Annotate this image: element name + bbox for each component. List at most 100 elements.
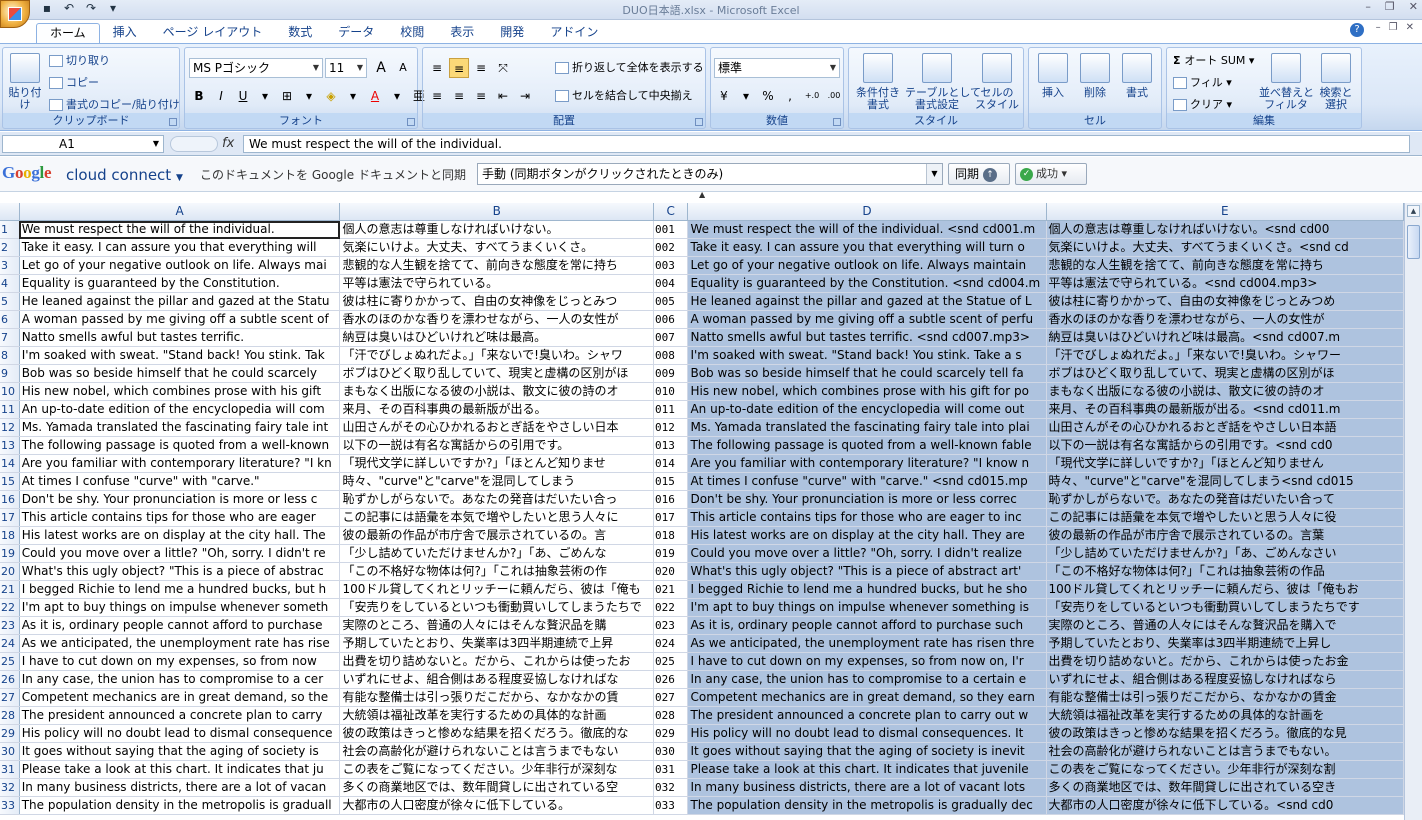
- row-header[interactable]: 23: [0, 616, 20, 635]
- comma-button[interactable]: ,: [780, 86, 800, 106]
- row-header[interactable]: 26: [0, 670, 20, 689]
- cell-b[interactable]: 実際のところ、普通の人々にはそんな贅沢品を購: [339, 616, 654, 635]
- cell-d[interactable]: It goes without saying that the aging of…: [687, 742, 1047, 761]
- cell-a[interactable]: Please take a look at this chart. It ind…: [19, 760, 341, 779]
- cell-b[interactable]: 予期していたとおり、失業率は3四半期連続で上昇: [339, 634, 654, 653]
- column-header-b[interactable]: B: [339, 203, 654, 221]
- row-header[interactable]: 16: [0, 490, 20, 509]
- cell-a[interactable]: This article contains tips for those who…: [19, 508, 341, 527]
- cell-b[interactable]: まもなく出版になる彼の小説は、散文に彼の詩のオ: [339, 382, 654, 401]
- cell-d[interactable]: An up-to-date edition of the encyclopedi…: [687, 400, 1047, 419]
- row-header[interactable]: 22: [0, 598, 20, 617]
- cell-a[interactable]: Take it easy. I can assure you that ever…: [19, 238, 341, 257]
- cell-b[interactable]: 「汗でびしょぬれだよ。」「来ないで!臭いわ。シャワ: [339, 346, 654, 365]
- cell-a[interactable]: Don't be shy. Your pronunciation is more…: [19, 490, 341, 509]
- row-header[interactable]: 31: [0, 760, 20, 779]
- cell-d[interactable]: This article contains tips for those who…: [687, 508, 1047, 527]
- cell-b[interactable]: 恥ずかしがらないで。あなたの発音はだいたい合っ: [339, 490, 654, 509]
- tab-insert[interactable]: 挿入: [100, 23, 150, 43]
- row-header[interactable]: 5: [0, 292, 20, 311]
- cell-b[interactable]: 彼の最新の作品が市庁舎で展示されているの。言: [339, 526, 654, 545]
- formula-bar-grip[interactable]: [170, 136, 218, 152]
- cell-e[interactable]: 出費を切り詰めないと。だから、これからは使ったお金: [1046, 652, 1404, 671]
- cell-d[interactable]: His latest works are on display at the c…: [687, 526, 1047, 545]
- cell-e[interactable]: いずれにせよ、組合側はある程度妥協しなければなら: [1046, 670, 1404, 689]
- minimize-icon[interactable]: –: [1365, 0, 1371, 13]
- row-header[interactable]: 8: [0, 346, 20, 365]
- format-as-table-button[interactable]: テーブルとして 書式設定: [905, 53, 981, 111]
- cell-d[interactable]: Please take a look at this chart. It ind…: [687, 760, 1047, 779]
- sync-button[interactable]: 同期 ↑: [948, 163, 1010, 185]
- cell-b[interactable]: 悲観的な人生観を捨てて、前向きな態度を常に持ち: [339, 256, 654, 275]
- cell-e[interactable]: 香水のほのかな香りを漂わせながら、一人の女性が: [1046, 310, 1404, 329]
- column-header-d[interactable]: D: [687, 203, 1047, 221]
- office-button[interactable]: [0, 0, 30, 28]
- tab-view[interactable]: 表示: [437, 23, 487, 43]
- cell-e[interactable]: 「現代文学に詳しいですか?」「ほとんど知りません: [1046, 454, 1404, 473]
- cell-b[interactable]: 100ドル貸してくれとリッチーに頼んだら、彼は「俺も: [339, 580, 654, 599]
- cell-c[interactable]: 016: [653, 490, 689, 509]
- cell-a[interactable]: His new nobel, which combines prose with…: [19, 382, 341, 401]
- cell-e[interactable]: 「汗でびしょぬれだよ。」「来ないで!臭いわ。シャワー: [1046, 346, 1404, 365]
- cell-c[interactable]: 026: [653, 670, 689, 689]
- cell-c[interactable]: 027: [653, 688, 689, 707]
- tab-home[interactable]: ホーム: [36, 23, 100, 43]
- tab-formulas[interactable]: 数式: [275, 23, 325, 43]
- row-header[interactable]: 9: [0, 364, 20, 383]
- doc-minimize-icon[interactable]: –: [1376, 22, 1381, 33]
- cell-c[interactable]: 022: [653, 598, 689, 617]
- row-header[interactable]: 27: [0, 688, 20, 707]
- delete-cells-button[interactable]: 削除: [1075, 53, 1115, 99]
- align-bottom-icon[interactable]: ≡: [471, 58, 491, 78]
- row-header[interactable]: 2: [0, 238, 20, 257]
- cell-c[interactable]: 023: [653, 616, 689, 635]
- cell-d[interactable]: Competent mechanics are in great demand,…: [687, 688, 1047, 707]
- cell-a[interactable]: His latest works are on display at the c…: [19, 526, 341, 545]
- cell-a[interactable]: What's this ugly object? "This is a piec…: [19, 562, 341, 581]
- font-name-combo[interactable]: MS Pゴシック ▼: [189, 58, 323, 78]
- orientation-icon[interactable]: ⤧: [493, 58, 513, 78]
- cell-e[interactable]: この表をご覧になってください。少年非行が深刻な割: [1046, 760, 1404, 779]
- cell-c[interactable]: 010: [653, 382, 689, 401]
- column-header-e[interactable]: E: [1046, 203, 1404, 221]
- cell-b[interactable]: 香水のほのかな香りを漂わせながら、一人の女性が: [339, 310, 654, 329]
- shrink-font-button[interactable]: A: [393, 58, 413, 78]
- cell-c[interactable]: 020: [653, 562, 689, 581]
- cell-e[interactable]: 納豆は臭いはひどいけれど味は最高。<snd cd007.m: [1046, 328, 1404, 347]
- cell-a[interactable]: Are you familiar with contemporary liter…: [19, 454, 341, 473]
- scroll-up-icon[interactable]: ▲: [1407, 205, 1420, 217]
- cell-d[interactable]: In any case, the union has to compromise…: [687, 670, 1047, 689]
- cell-c[interactable]: 024: [653, 634, 689, 653]
- vertical-scrollbar[interactable]: ▲: [1404, 203, 1422, 820]
- cell-e[interactable]: 「安売りをしているといつも衝動買いしてしまうたちです: [1046, 598, 1404, 617]
- cell-a[interactable]: In many business districts, there are a …: [19, 778, 341, 797]
- cell-d[interactable]: His policy will no doubt lead to dismal …: [687, 724, 1047, 743]
- cell-c[interactable]: 004: [653, 274, 689, 293]
- underline-button[interactable]: U: [233, 86, 253, 106]
- row-header[interactable]: 14: [0, 454, 20, 473]
- cell-a[interactable]: At times I confuse "curve" with "carve.": [19, 472, 341, 491]
- cell-a[interactable]: In any case, the union has to compromise…: [19, 670, 341, 689]
- row-header[interactable]: 25: [0, 652, 20, 671]
- clipboard-launcher-icon[interactable]: [169, 118, 177, 126]
- cell-c[interactable]: 009: [653, 364, 689, 383]
- clear-button[interactable]: クリア ▾: [1173, 98, 1232, 112]
- cell-b[interactable]: 来月、その百科事典の最新版が出る。: [339, 400, 654, 419]
- tab-developer[interactable]: 開発: [487, 23, 537, 43]
- align-top-icon[interactable]: ≡: [427, 58, 447, 78]
- fill-dropdown-icon[interactable]: ▾: [343, 86, 363, 106]
- alignment-launcher-icon[interactable]: [695, 118, 703, 126]
- align-right-icon[interactable]: ≡: [471, 86, 491, 106]
- font-size-combo[interactable]: 11 ▼: [325, 58, 367, 78]
- cell-d[interactable]: We must respect the will of the individu…: [687, 220, 1047, 239]
- cell-c[interactable]: 021: [653, 580, 689, 599]
- redo-icon[interactable]: ↷: [82, 1, 100, 15]
- font-launcher-icon[interactable]: [407, 118, 415, 126]
- cell-e[interactable]: まもなく出版になる彼の小説は、散文に彼の詩のオ: [1046, 382, 1404, 401]
- cell-d[interactable]: Natto smells awful but tastes terrific. …: [687, 328, 1047, 347]
- column-header-a[interactable]: A: [19, 203, 341, 221]
- cell-d[interactable]: I begged Richie to lend me a hundred buc…: [687, 580, 1047, 599]
- spreadsheet-grid[interactable]: A B C D E 1 We must respect the will of t…: [0, 203, 1404, 820]
- cell-b[interactable]: 「少し詰めていただけませんか?」「あ、ごめんな: [339, 544, 654, 563]
- cell-c[interactable]: 002: [653, 238, 689, 257]
